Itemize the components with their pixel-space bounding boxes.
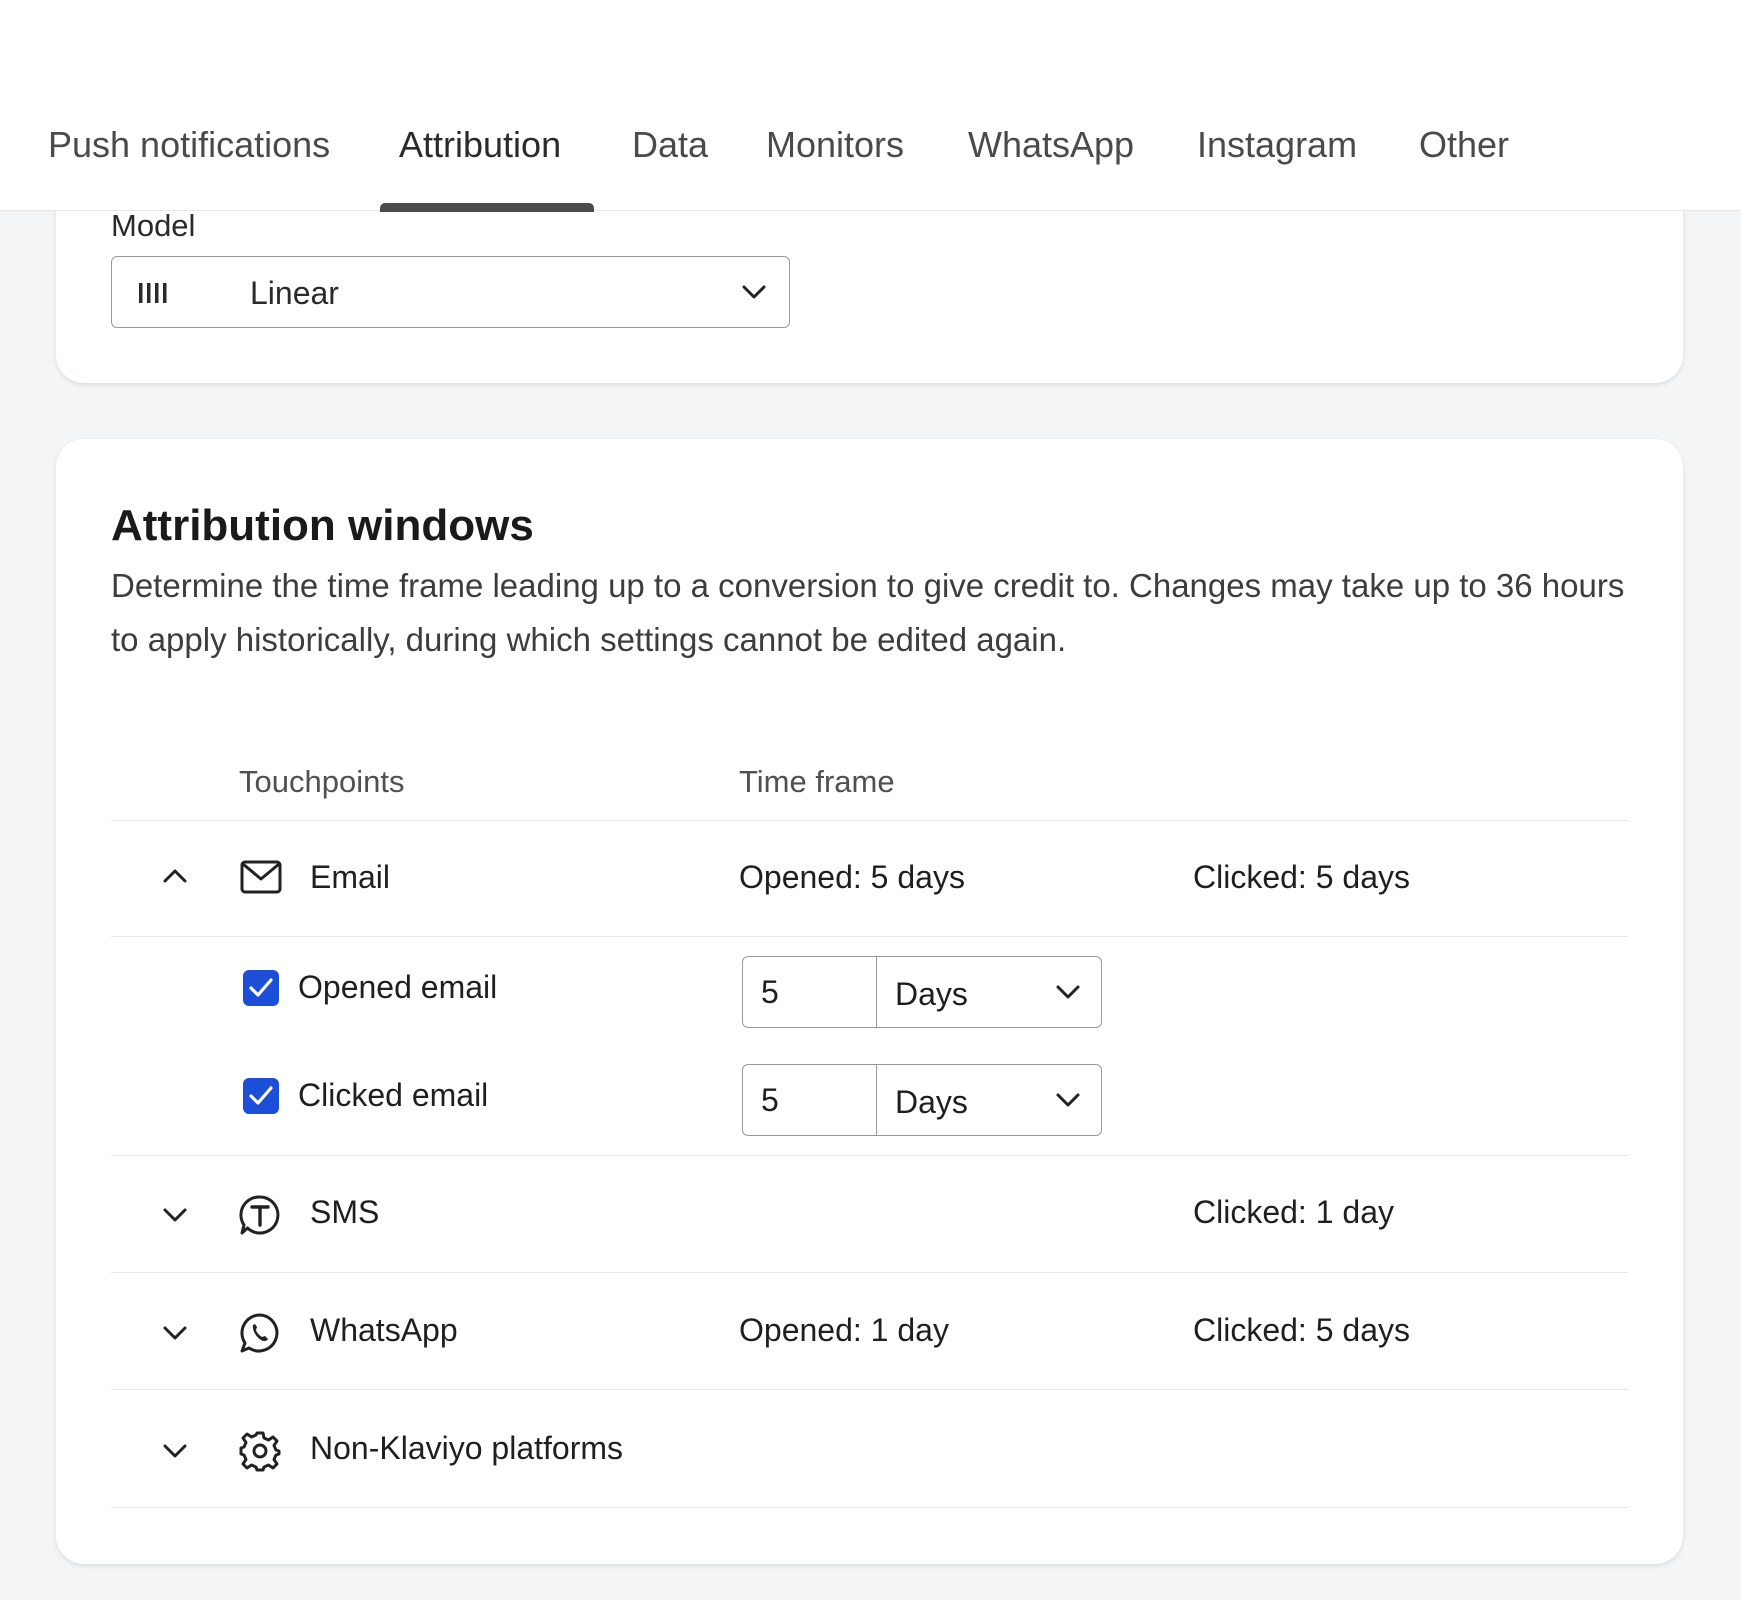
tab-attribution[interactable]: Attribution	[399, 124, 561, 166]
section-title: Attribution windows	[111, 501, 534, 550]
tab-other[interactable]: Other	[1419, 124, 1509, 166]
model-label: Model	[111, 208, 196, 243]
clicked-email-checkbox[interactable]	[243, 1078, 279, 1114]
whatsapp-icon	[239, 1312, 281, 1359]
touchpoint-sms-label[interactable]: SMS	[310, 1194, 379, 1231]
active-tab-indicator	[380, 203, 594, 212]
clicked-email-label: Clicked email	[298, 1077, 489, 1113]
row-divider	[111, 820, 1628, 821]
chevron-down-icon[interactable]	[162, 1324, 188, 1347]
email-clicked-summary: Clicked: 5 days	[1193, 859, 1410, 895]
tab-data[interactable]: Data	[632, 124, 708, 166]
email-opened-summary: Opened: 5 days	[739, 859, 965, 895]
gear-icon	[239, 1430, 281, 1477]
mail-icon	[240, 860, 282, 899]
model-select[interactable]: Linear	[111, 256, 790, 328]
attribution-windows-card: Attribution windows Determine the time f…	[56, 439, 1683, 1564]
opened-email-label: Opened email	[298, 969, 498, 1005]
chevron-up-icon[interactable]	[162, 867, 188, 890]
row-divider	[111, 936, 1628, 937]
chevron-down-icon	[741, 283, 767, 306]
column-header-time-frame: Time frame	[739, 764, 895, 799]
section-description: Determine the time frame leading up to a…	[111, 567, 1625, 658]
whatsapp-opened-summary: Opened: 1 day	[739, 1312, 949, 1348]
tab-instagram[interactable]: Instagram	[1197, 124, 1357, 166]
opened-email-checkbox[interactable]	[243, 970, 279, 1006]
clicked-email-unit-select[interactable]: Days	[876, 1064, 1102, 1136]
tab-whatsapp[interactable]: WhatsApp	[968, 124, 1134, 166]
row-divider	[111, 1389, 1628, 1390]
row-divider	[111, 1507, 1628, 1508]
chevron-down-icon[interactable]	[162, 1206, 188, 1229]
whatsapp-clicked-summary: Clicked: 5 days	[1193, 1312, 1410, 1348]
chevron-down-icon	[1055, 1091, 1081, 1114]
chevron-down-icon[interactable]	[162, 1442, 188, 1465]
clicked-email-unit-value: Days	[895, 1084, 968, 1120]
clicked-email-value-input[interactable]: 5	[742, 1064, 876, 1136]
linear-bars-icon	[137, 281, 171, 310]
settings-tabbar: Push notifications Attribution Data Moni…	[0, 0, 1741, 212]
tab-monitors[interactable]: Monitors	[766, 124, 904, 166]
row-divider	[111, 1272, 1628, 1273]
sms-clicked-summary: Clicked: 1 day	[1193, 1194, 1394, 1230]
opened-email-value-input[interactable]: 5	[742, 956, 876, 1028]
sms-icon	[239, 1194, 281, 1241]
column-header-touchpoints: Touchpoints	[239, 764, 405, 799]
touchpoint-whatsapp-label[interactable]: WhatsApp	[310, 1312, 458, 1349]
opened-email-unit-select[interactable]: Days	[876, 956, 1102, 1028]
opened-email-unit-value: Days	[895, 976, 968, 1012]
tab-push-notifications[interactable]: Push notifications	[48, 124, 330, 166]
touchpoint-email-label[interactable]: Email	[310, 859, 390, 896]
row-divider	[111, 1155, 1628, 1156]
chevron-down-icon	[1055, 983, 1081, 1006]
model-select-value: Linear	[250, 275, 339, 311]
touchpoint-non-klaviyo-label[interactable]: Non-Klaviyo platforms	[310, 1430, 623, 1467]
